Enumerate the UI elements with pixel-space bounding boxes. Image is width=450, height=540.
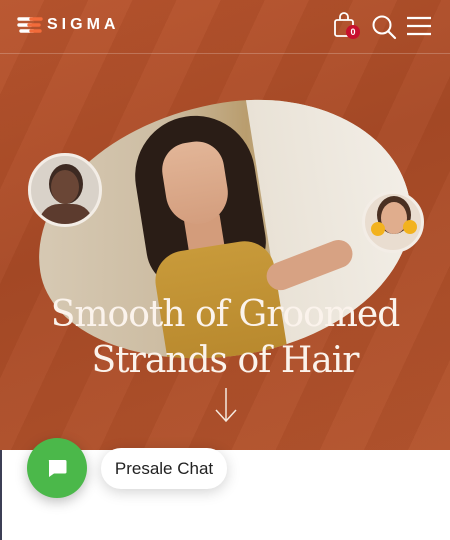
- search-icon[interactable]: [371, 14, 397, 40]
- presale-chat-label[interactable]: Presale Chat: [101, 448, 227, 489]
- logo-icon: [17, 17, 43, 33]
- model-avatar-right: [362, 191, 424, 253]
- logo-text: SIGMA: [47, 16, 120, 33]
- presale-chat-button[interactable]: [27, 438, 87, 498]
- hero-headline-line1: Smooth of Groomed: [50, 294, 400, 335]
- hero-section: Smooth of Groomed Strands of Hair SIGMA …: [0, 0, 450, 450]
- hero-headline-line2: Strands of Hair: [91, 340, 360, 381]
- logo[interactable]: SIGMA: [17, 15, 119, 35]
- chat-bubble-icon: [48, 460, 67, 477]
- cart-count-badge: 0: [346, 25, 360, 39]
- site-header: SIGMA 0: [0, 0, 450, 54]
- model-avatar-left: [28, 153, 102, 227]
- arrow-down-icon[interactable]: [214, 386, 238, 424]
- cart-button[interactable]: 0: [333, 12, 360, 40]
- hamburger-menu-icon[interactable]: [406, 15, 432, 37]
- hero-headline: Smooth of Groomed Strands of Hair: [0, 292, 450, 384]
